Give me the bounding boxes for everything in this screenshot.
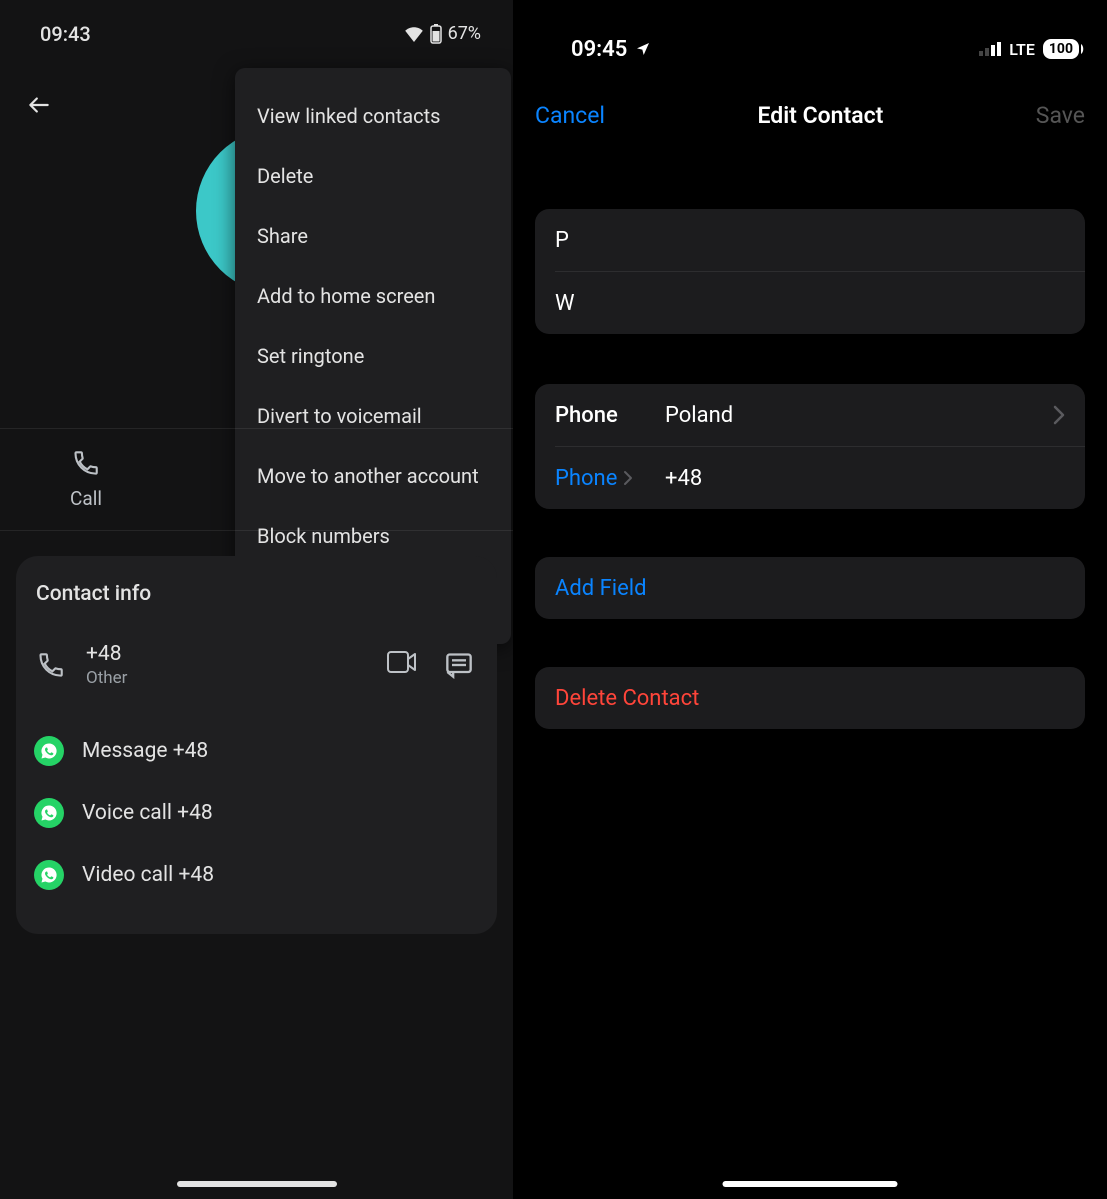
phone-icon [72, 449, 100, 477]
delete-contact-button[interactable]: Delete Contact [535, 667, 1085, 729]
phone-icon [34, 651, 68, 679]
chevron-right-icon [1053, 405, 1065, 425]
phone-label: Phone [555, 403, 665, 428]
phone-number-row[interactable]: Phone +48 [535, 447, 1085, 509]
gesture-bar[interactable] [723, 1181, 898, 1187]
whatsapp-video-call[interactable]: Video call +48 [34, 844, 479, 906]
menu-ringtone[interactable]: Set ringtone [235, 326, 511, 386]
tab-call[interactable]: Call [0, 429, 172, 530]
name-group: P W [535, 209, 1085, 334]
message-icon[interactable] [445, 651, 473, 679]
battery-icon: 100 [1043, 39, 1085, 59]
section-heading: Contact info [34, 582, 479, 606]
battery-percent: 67% [448, 23, 481, 44]
add-field-button[interactable]: Add Field [535, 557, 1085, 619]
gesture-bar[interactable] [177, 1181, 337, 1187]
first-name-field[interactable]: P [535, 209, 1085, 271]
video-icon[interactable] [387, 651, 417, 679]
delete-group: Delete Contact [535, 667, 1085, 729]
location-icon [635, 41, 651, 57]
android-contact-screen: 09:43 67% View linked contacts Delete Sh… [0, 0, 513, 1199]
add-field-label: Add Field [555, 576, 647, 601]
phone-group: Phone Poland Phone +48 [535, 384, 1085, 509]
save-button[interactable]: Save [1036, 102, 1085, 129]
wa-voice-label: Voice call +48 [82, 801, 213, 825]
phone-entry[interactable]: +48 Other [34, 634, 479, 696]
contact-info-card: Contact info +48 Other Messag [16, 556, 497, 934]
last-name-field[interactable]: W [535, 272, 1085, 334]
wifi-icon [404, 26, 424, 42]
whatsapp-message[interactable]: Message +48 [34, 720, 479, 782]
last-name-value: W [555, 291, 575, 316]
status-bar: 09:43 67% [0, 0, 513, 52]
wa-message-label: Message +48 [82, 739, 208, 763]
phone-country-row[interactable]: Phone Poland [535, 384, 1085, 446]
menu-add-home[interactable]: Add to home screen [235, 266, 511, 326]
status-indicators: LTE 100 [979, 39, 1085, 59]
first-name-value: P [555, 228, 569, 253]
whatsapp-icon [34, 798, 64, 828]
phone-number: +48 [86, 642, 369, 667]
network-label: LTE [1009, 40, 1035, 59]
cancel-button[interactable]: Cancel [535, 102, 605, 129]
phone-type-label[interactable]: Phone [555, 466, 665, 491]
nav-bar: Cancel Edit Contact Save [513, 70, 1107, 153]
clock: 09:45 [571, 37, 627, 62]
tab-call-label: Call [70, 487, 102, 510]
phone-number-value: +48 [665, 466, 1065, 491]
chevron-right-icon [623, 470, 633, 486]
menu-view-linked[interactable]: View linked contacts [235, 86, 511, 146]
menu-delete[interactable]: Delete [235, 146, 511, 206]
clock: 09:43 [40, 22, 91, 46]
add-field-group: Add Field [535, 557, 1085, 619]
clock-area: 09:45 [571, 37, 651, 62]
phone-type: Other [86, 668, 369, 688]
ios-edit-contact-screen: 09:45 LTE 100 Cancel Edit Contact Save P… [513, 0, 1107, 1199]
page-title: Edit Contact [757, 102, 883, 129]
battery-icon [430, 24, 442, 44]
delete-contact-label: Delete Contact [555, 686, 699, 711]
wa-video-label: Video call +48 [82, 863, 214, 887]
phone-country-value: Poland [665, 403, 1053, 428]
status-bar: 09:45 LTE 100 [513, 0, 1107, 70]
whatsapp-icon [34, 860, 64, 890]
cellular-icon [979, 42, 1001, 56]
battery-percent: 100 [1043, 39, 1079, 59]
status-indicators: 67% [404, 23, 481, 44]
whatsapp-icon [34, 736, 64, 766]
back-button[interactable] [20, 86, 58, 124]
arrow-left-icon [26, 92, 52, 118]
menu-share[interactable]: Share [235, 206, 511, 266]
action-tabs: Call [0, 428, 513, 531]
whatsapp-voice-call[interactable]: Voice call +48 [34, 782, 479, 844]
